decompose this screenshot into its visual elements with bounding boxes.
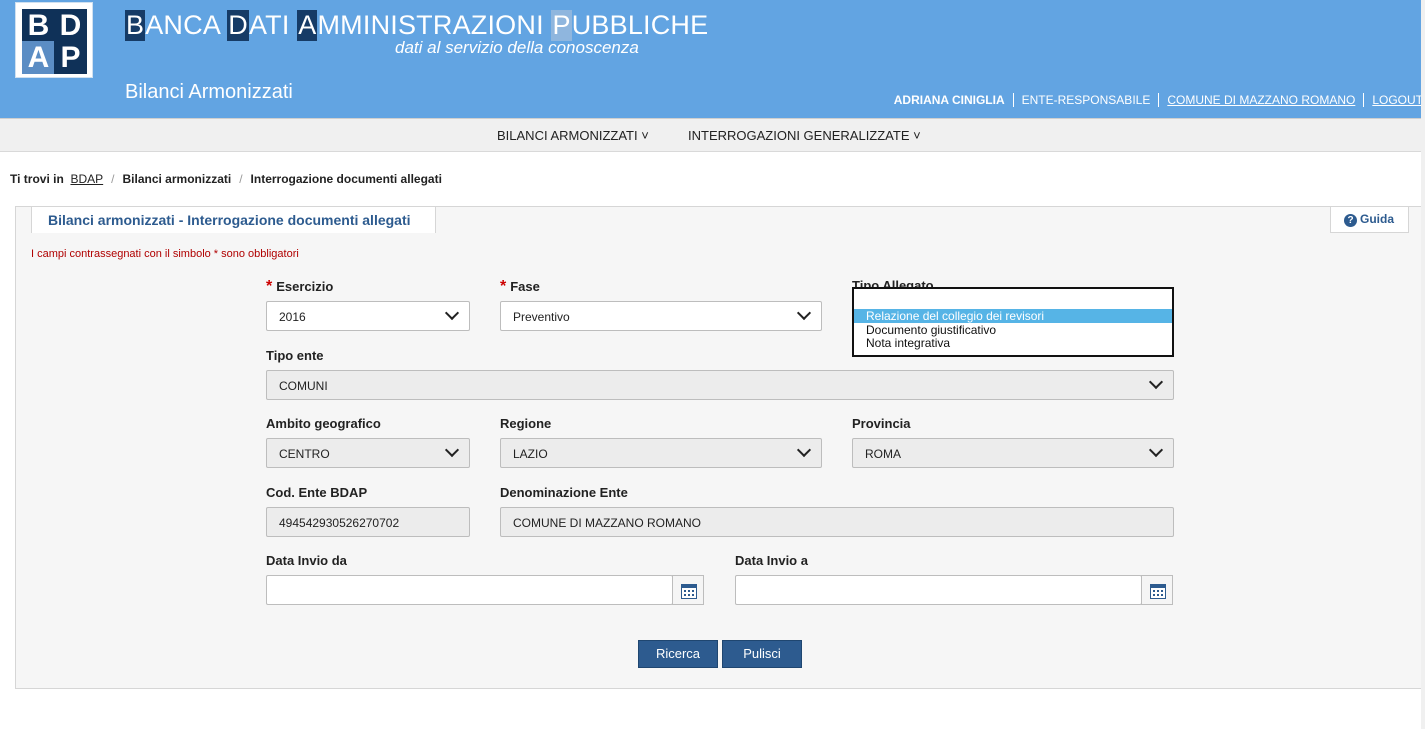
entity-link[interactable]: COMUNE DI MAZZANO ROMANO [1159, 93, 1365, 107]
user-nav: ADRIANA CINIGLIA ENTE-RESPONSABILE COMUN… [886, 93, 1425, 107]
mandatory-note: I campi contrassegnati con il simbolo * … [31, 248, 299, 260]
site-title-part: B [125, 10, 146, 41]
data-invio-da-label: Data Invio da [266, 553, 347, 568]
guide-label: Guida [1360, 212, 1395, 226]
logout-link[interactable]: LOGOUT [1364, 93, 1425, 107]
breadcrumb: Ti trovi in BDAP / Bilanci armonizzati / Int… [10, 172, 442, 186]
site-title-part: ATI [248, 10, 298, 40]
bdap-logo[interactable]: B D A P [15, 2, 93, 78]
logo-letter-b: B [22, 9, 55, 42]
breadcrumb-level2: Interrogazione documenti allegati [250, 172, 442, 186]
regione-select[interactable]: LAZIO [500, 438, 822, 468]
menu-bilanci-armonizzati[interactable]: BILANCI ARMONIZZATI ˅ [497, 128, 649, 143]
data-invio-a-label: Data Invio a [735, 553, 808, 568]
denominazione-field: COMUNE DI MAZZANO ROMANO [500, 507, 1174, 537]
user-role: ENTE-RESPONSABILE [1014, 93, 1160, 107]
ambito-select[interactable]: CENTRO [266, 438, 470, 468]
calendar-button-a[interactable] [1141, 575, 1173, 605]
provincia-label: Provincia [852, 416, 911, 431]
site-title-part: D [227, 10, 249, 41]
provincia-value: ROMA [865, 447, 901, 461]
provincia-select[interactable]: ROMA [852, 438, 1174, 468]
site-title-part: P [551, 10, 572, 41]
data-invio-da-input[interactable] [266, 575, 673, 605]
site-header: B D A P BANCA DATI AMMINISTRAZIONI PUBBL… [0, 0, 1425, 118]
ambito-value: CENTRO [279, 447, 330, 461]
regione-label: Regione [500, 416, 552, 431]
app-subtitle: Bilanci Armonizzati [125, 81, 293, 103]
chevron-down-icon [444, 442, 460, 458]
required-marker: * [266, 278, 273, 295]
fase-value: Preventivo [513, 310, 570, 324]
user-name: ADRIANA CINIGLIA [886, 93, 1014, 107]
dropdown-option[interactable]: Nota integrativa [854, 336, 1172, 350]
esercizio-select[interactable]: 2016 [266, 301, 470, 331]
fase-select[interactable]: Preventivo [500, 301, 822, 331]
logo-letter-a: A [22, 41, 55, 74]
site-title-part: MMINISTRAZIONI [317, 10, 552, 40]
cod-ente-label: Cod. Ente BDAP [266, 485, 368, 500]
chevron-down-icon [1148, 374, 1164, 390]
denominazione-label: Denominazione Ente [500, 485, 628, 500]
tipo-ente-select[interactable]: COMUNI [266, 370, 1174, 400]
esercizio-value: 2016 [279, 310, 306, 324]
page-scrollbar[interactable] [1421, 0, 1425, 729]
ambito-label: Ambito geografico [266, 416, 381, 431]
clear-button[interactable]: Pulisci [722, 640, 802, 668]
logo-letter-d: D [54, 9, 87, 42]
chevron-down-icon [444, 305, 460, 321]
search-button[interactable]: Ricerca [638, 640, 718, 668]
denominazione-value: COMUNE DI MAZZANO ROMANO [513, 516, 701, 530]
regione-value: LAZIO [513, 447, 548, 461]
site-title-part: ANCA [145, 10, 228, 40]
help-icon: ? [1344, 214, 1357, 227]
breadcrumb-prefix: Ti trovi in [10, 172, 64, 186]
breadcrumb-separator: / [239, 172, 243, 186]
chevron-down-icon [796, 305, 812, 321]
panel-title: Bilanci armonizzati - Interrogazione doc… [31, 206, 436, 233]
tipo-ente-label: Tipo ente [266, 348, 324, 363]
site-title: BANCA DATI AMMINISTRAZIONI PUBBLICHE [125, 10, 708, 41]
chevron-down-icon [796, 442, 812, 458]
main-menu: BILANCI ARMONIZZATI ˅ INTERROGAZIONI GEN… [0, 118, 1425, 152]
cod-ente-field: 494542930526270702 [266, 507, 470, 537]
required-marker: * [500, 278, 507, 295]
cod-ente-value: 494542930526270702 [279, 516, 400, 530]
breadcrumb-root-link[interactable]: BDAP [70, 172, 103, 186]
calendar-icon [681, 584, 697, 599]
esercizio-label: * Esercizio [266, 278, 334, 295]
data-invio-a-input[interactable] [735, 575, 1142, 605]
tipo-allegato-dropdown[interactable]: Relazione del collegio dei revisori Docu… [852, 287, 1174, 357]
logo-letter-p: P [54, 41, 87, 74]
site-title-part: A [297, 10, 318, 41]
breadcrumb-level1: Bilanci armonizzati [122, 172, 232, 186]
site-tagline: dati al servizio della conoscenza [395, 38, 639, 57]
dropdown-option[interactable]: Documento giustificativo [854, 323, 1172, 337]
calendar-button-da[interactable] [672, 575, 704, 605]
calendar-icon [1150, 584, 1166, 599]
menu-interrogazioni-generalizzate[interactable]: INTERROGAZIONI GENERALIZZATE ˅ [688, 128, 921, 143]
site-title-part: UBBLICHE [571, 10, 709, 40]
guide-button[interactable]: ? Guida [1330, 206, 1409, 233]
fase-label: * Fase [500, 278, 540, 295]
dropdown-option[interactable]: Relazione del collegio dei revisori [854, 309, 1172, 323]
breadcrumb-separator: / [111, 172, 115, 186]
chevron-down-icon [1148, 442, 1164, 458]
tipo-ente-value: COMUNI [279, 379, 328, 393]
